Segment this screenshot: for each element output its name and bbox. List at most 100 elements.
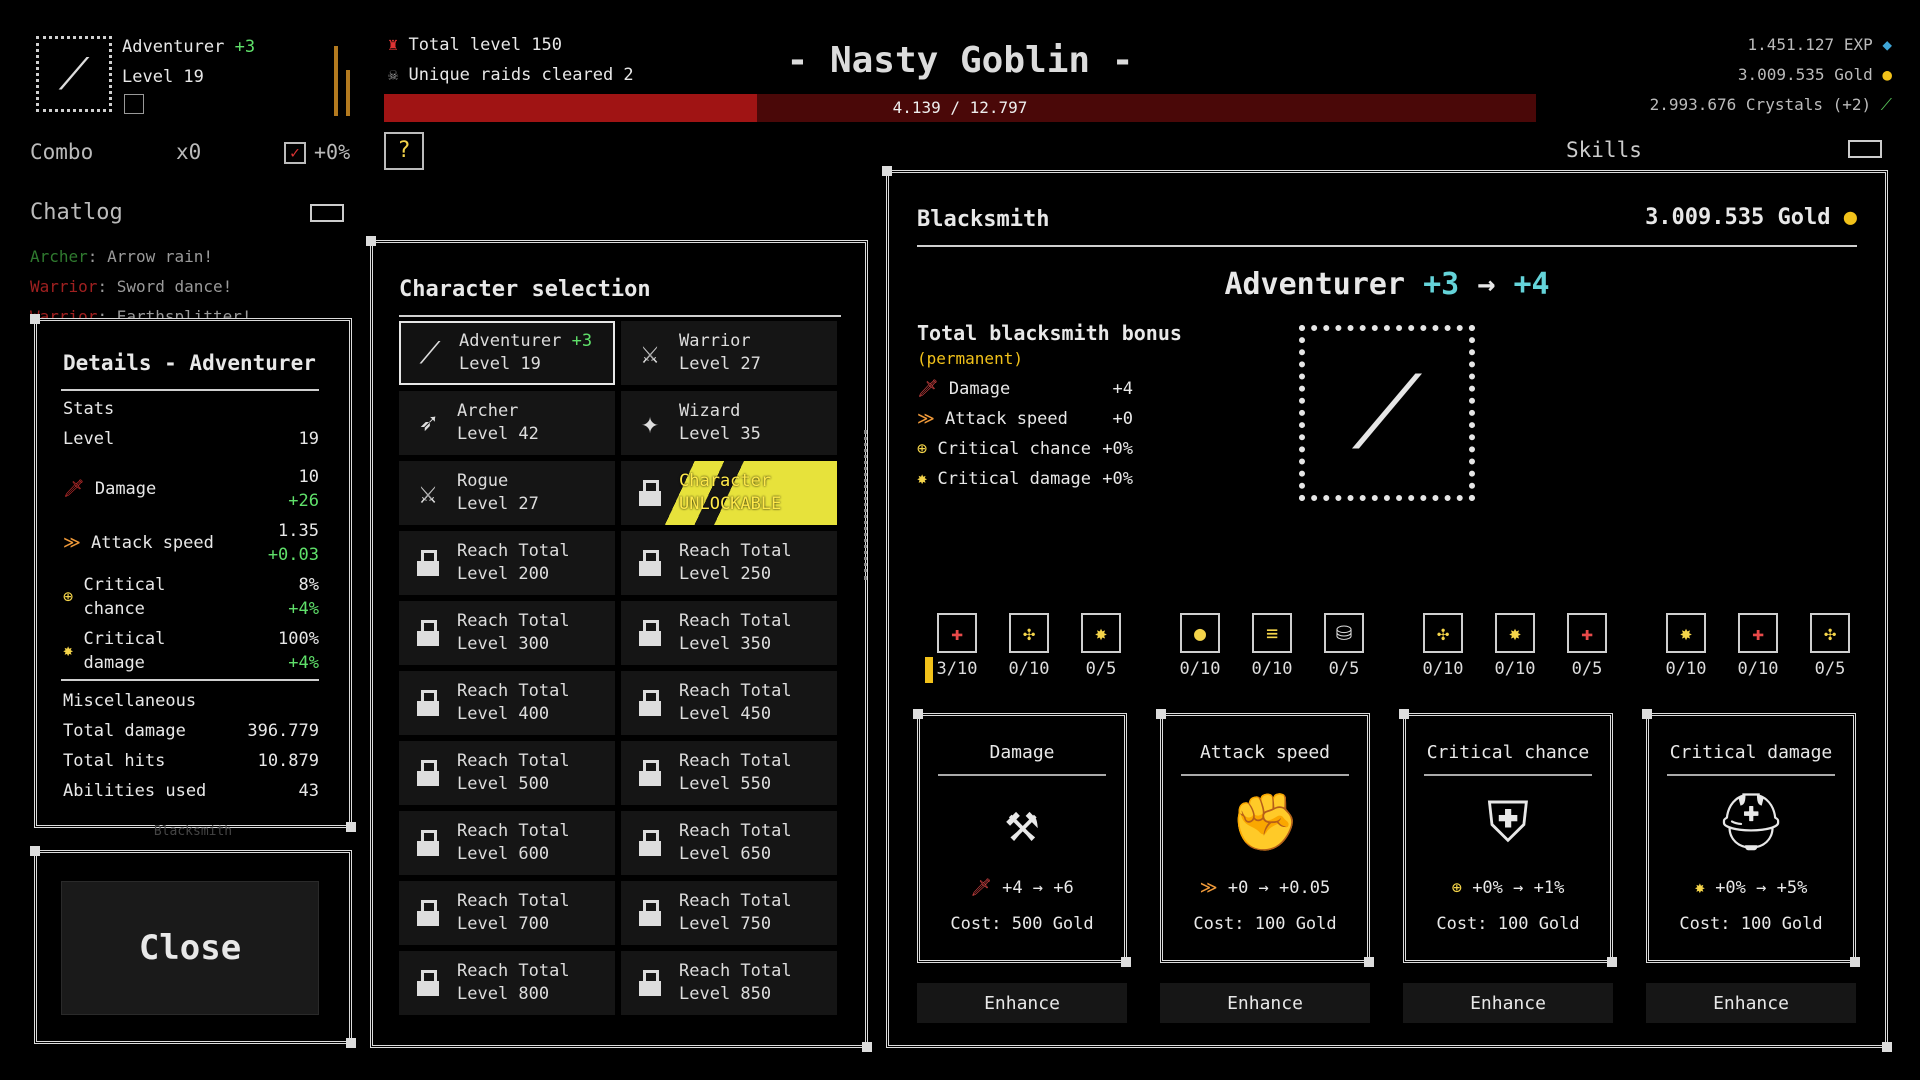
staff-icon: ✦ [640, 405, 660, 441]
bonus-value: +0% [1102, 439, 1133, 459]
enemy-hp-bar[interactable]: 4.139 / 12.797 [384, 94, 1536, 122]
abilities-value: 43 [298, 781, 319, 801]
character-level: Level 42 [457, 424, 539, 444]
character-card[interactable]: ⚔ Rogue Level 27 [399, 461, 615, 525]
character-card[interactable]: ⟋ Adventurer +3 Level 19 [399, 321, 615, 385]
crit-damage-bonus: +4% [288, 653, 319, 673]
enhancement-slot-icon[interactable]: ✸ [1495, 613, 1535, 653]
character-level: Level 27 [679, 354, 761, 374]
character-card[interactable]: ➶ Archer Level 42 [399, 391, 615, 455]
character-card[interactable]: Reach Total Level 700 [399, 881, 615, 945]
upgrade-divider [1424, 774, 1592, 776]
enhancement-slot-icon[interactable]: ✚ [937, 613, 977, 653]
scroll-indicator-icon[interactable] [864, 430, 887, 580]
crit-chance-icon: ⊕ [63, 587, 74, 607]
character-name: Reach Total [679, 681, 792, 701]
enhancement-slot-icon[interactable]: ✸ [1081, 613, 1121, 653]
lock-icon [631, 614, 669, 652]
inventory-icon[interactable] [124, 94, 144, 114]
character-name: Archer [457, 401, 519, 421]
bonus-value: +0 [1112, 409, 1133, 429]
character-card[interactable]: Reach Total Level 750 [621, 881, 837, 945]
enhancement-slot-count: 0/10 [1251, 659, 1293, 679]
lock-icon [631, 544, 669, 582]
character-level: Level 250 [679, 564, 772, 584]
enhance-button[interactable]: Enhance [1160, 983, 1370, 1023]
lock-icon [631, 474, 669, 512]
crit-chance-bonus: +4% [288, 599, 319, 619]
character-selection-panel: Character selection ⟋ Adventurer +3 Level … [366, 236, 872, 1052]
character-card[interactable]: Reach Total Level 500 [399, 741, 615, 805]
enhancement-slot-icon[interactable]: ≡ [1252, 613, 1292, 653]
chatlog-toggle-icon[interactable] [310, 204, 344, 222]
level-label: Level [63, 429, 115, 449]
enhancement-slot-icon[interactable]: ✣ [1810, 613, 1850, 653]
character-name: Reach Total [457, 681, 570, 701]
enhancement-slot-count: 0/5 [1571, 659, 1603, 679]
close-button[interactable]: Close [61, 881, 319, 1015]
character-card[interactable]: Reach Total Level 350 [621, 601, 837, 665]
bonus-row: ≫ Attack speed +0 [917, 404, 1133, 434]
character-card[interactable]: Reach Total Level 400 [399, 671, 615, 735]
character-card[interactable]: Reach Total Level 550 [621, 741, 837, 805]
enhance-button[interactable]: Enhance [1403, 983, 1613, 1023]
enhance-button-label: Enhance [1713, 992, 1789, 1014]
character-card[interactable]: ⚔ Warrior Level 27 [621, 321, 837, 385]
enhancement-slot-icon[interactable]: ⛁ [1324, 613, 1364, 653]
enhancement-slot-icon[interactable]: ✚ [1567, 613, 1607, 653]
character-name: Reach Total [679, 821, 792, 841]
bonus-title: Total blacksmith bonus [917, 321, 1182, 345]
crit-damage-label-2: damage [83, 653, 145, 673]
trophy-icon: ♜ [388, 35, 399, 55]
combo-bonus: +0% [314, 140, 351, 164]
character-card[interactable]: Reach Total Level 850 [621, 951, 837, 1015]
character-level: Level 850 [679, 984, 772, 1004]
combo-value: x0 [176, 140, 202, 164]
character-name: Reach Total [457, 821, 570, 841]
enhance-button[interactable]: Enhance [917, 983, 1127, 1023]
enhance-button[interactable]: Enhance [1646, 983, 1856, 1023]
enhancement-slot-count: 0/10 [1665, 659, 1707, 679]
character-card[interactable]: Reach Total Level 650 [621, 811, 837, 875]
enhancement-slot-icon[interactable]: ✣ [1009, 613, 1049, 653]
bonus-row: ✸ Critical damage +0% [917, 464, 1133, 494]
enhancement-slot-count: 0/10 [1494, 659, 1536, 679]
character-name: Reach Total [457, 751, 570, 771]
character-card[interactable]: Reach Total Level 800 [399, 951, 615, 1015]
character-level: Level 35 [679, 424, 761, 444]
bonus-label: Critical damage [937, 469, 1092, 489]
total-damage-label: Total damage [63, 721, 186, 741]
character-card[interactable]: Character UNLOCKABLE [621, 461, 837, 525]
sword-red-icon: 🗡 [917, 379, 939, 399]
character-card[interactable]: Reach Total Level 300 [399, 601, 615, 665]
upgrade-card: Critical chance ⛨ ⊕ +0% → +1% Cost: 100 Gol… [1399, 709, 1617, 967]
bonus-label: Attack speed [945, 409, 1068, 429]
crit-chance-label-2: chance [83, 599, 145, 619]
skills-toggle-icon[interactable] [1848, 140, 1882, 158]
enemy-hp-text: 4.139 / 12.797 [892, 98, 1028, 117]
enhancement-slot-count: 0/10 [1737, 659, 1779, 679]
upgrade-stat-icon: ✸ [1694, 878, 1705, 898]
lock-icon [409, 964, 447, 1002]
enhancement-slot-icon[interactable]: ● [1180, 613, 1220, 653]
skills-label[interactable]: Skills [1566, 138, 1642, 162]
help-button[interactable]: ? [384, 132, 424, 170]
combo-checkbox-icon[interactable]: ✓ [284, 142, 306, 164]
enhancement-slot-count: 0/10 [1179, 659, 1221, 679]
character-card[interactable]: Reach Total Level 450 [621, 671, 837, 735]
character-card[interactable]: Reach Total Level 250 [621, 531, 837, 595]
character-bonus: +3 [571, 331, 593, 351]
character-card[interactable]: Reach Total Level 600 [399, 811, 615, 875]
damage-value: 10 [298, 467, 319, 487]
character-level: Level 650 [679, 844, 772, 864]
enhancement-slot-icon[interactable]: ✚ [1738, 613, 1778, 653]
enhancement-slot-icon[interactable]: ✸ [1666, 613, 1706, 653]
crit-damage-icon: ✸ [63, 641, 74, 661]
enhance-button-label: Enhance [1470, 992, 1546, 1014]
enhancement-slot-icon[interactable]: ✣ [1423, 613, 1463, 653]
character-card[interactable]: Reach Total Level 200 [399, 531, 615, 595]
upgrade-title: Critical damage [1669, 742, 1833, 763]
burst-icon: ✸ [917, 469, 928, 489]
enemy-name: - Nasty Goblin - [786, 40, 1134, 81]
character-card[interactable]: ✦ Wizard Level 35 [621, 391, 837, 455]
